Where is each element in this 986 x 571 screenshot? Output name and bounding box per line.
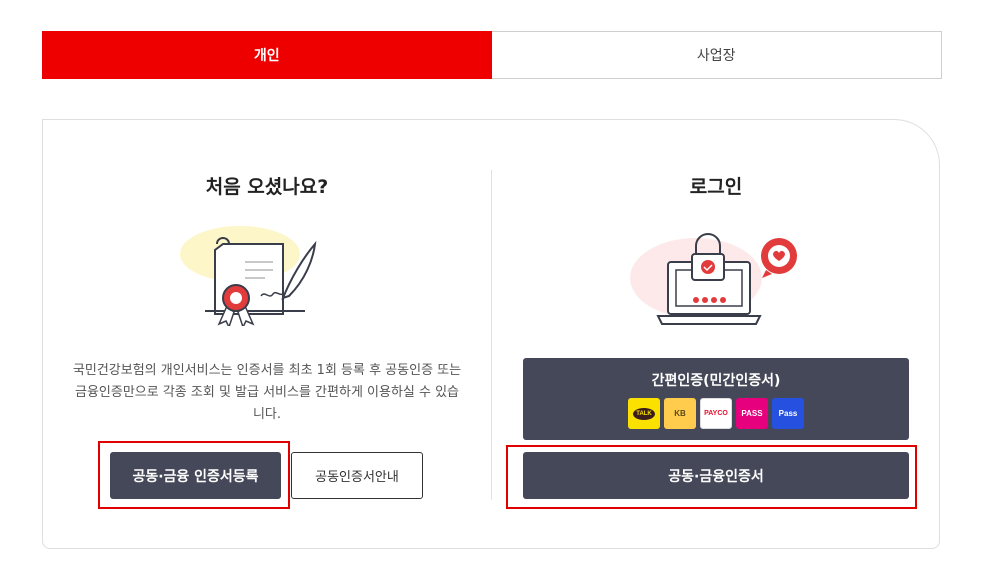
kb-bank-icon[interactable]: KB <box>664 398 696 429</box>
simple-auth-button[interactable]: 간편인증(민간인증서) TALK KB PAYCO PASS Pass <box>523 358 909 440</box>
certificate-quill-icon <box>165 214 325 329</box>
pass-icon[interactable]: PASS <box>736 398 768 429</box>
cert-guide-button[interactable]: 공동인증서안내 <box>291 452 423 499</box>
kakao-talk-icon[interactable]: TALK <box>628 398 660 429</box>
card-divider <box>491 170 492 500</box>
simple-auth-label: 간편인증(민간인증서) <box>651 373 781 389</box>
tab-bar: 개인 사업장 <box>42 31 942 79</box>
simple-auth-provider-list: TALK KB PAYCO PASS Pass <box>628 398 804 429</box>
payco-icon[interactable]: PAYCO <box>700 398 732 429</box>
service-description: 국민건강보험의 개인서비스는 인증서를 최초 1회 등록 후 공동인증 또는 금… <box>72 363 462 422</box>
samsung-pass-icon[interactable]: Pass <box>772 398 804 429</box>
first-visit-title: 처음 오셨나요? <box>205 176 329 198</box>
cert-login-button[interactable]: 공동·금융인증서 <box>523 452 909 499</box>
tab-personal[interactable]: 개인 <box>42 31 492 79</box>
cert-register-button[interactable]: 공동·금융 인증서등록 <box>110 452 281 499</box>
laptop-lock-icon <box>626 228 806 330</box>
login-title: 로그인 <box>689 176 743 198</box>
tab-business[interactable]: 사업장 <box>491 31 942 79</box>
